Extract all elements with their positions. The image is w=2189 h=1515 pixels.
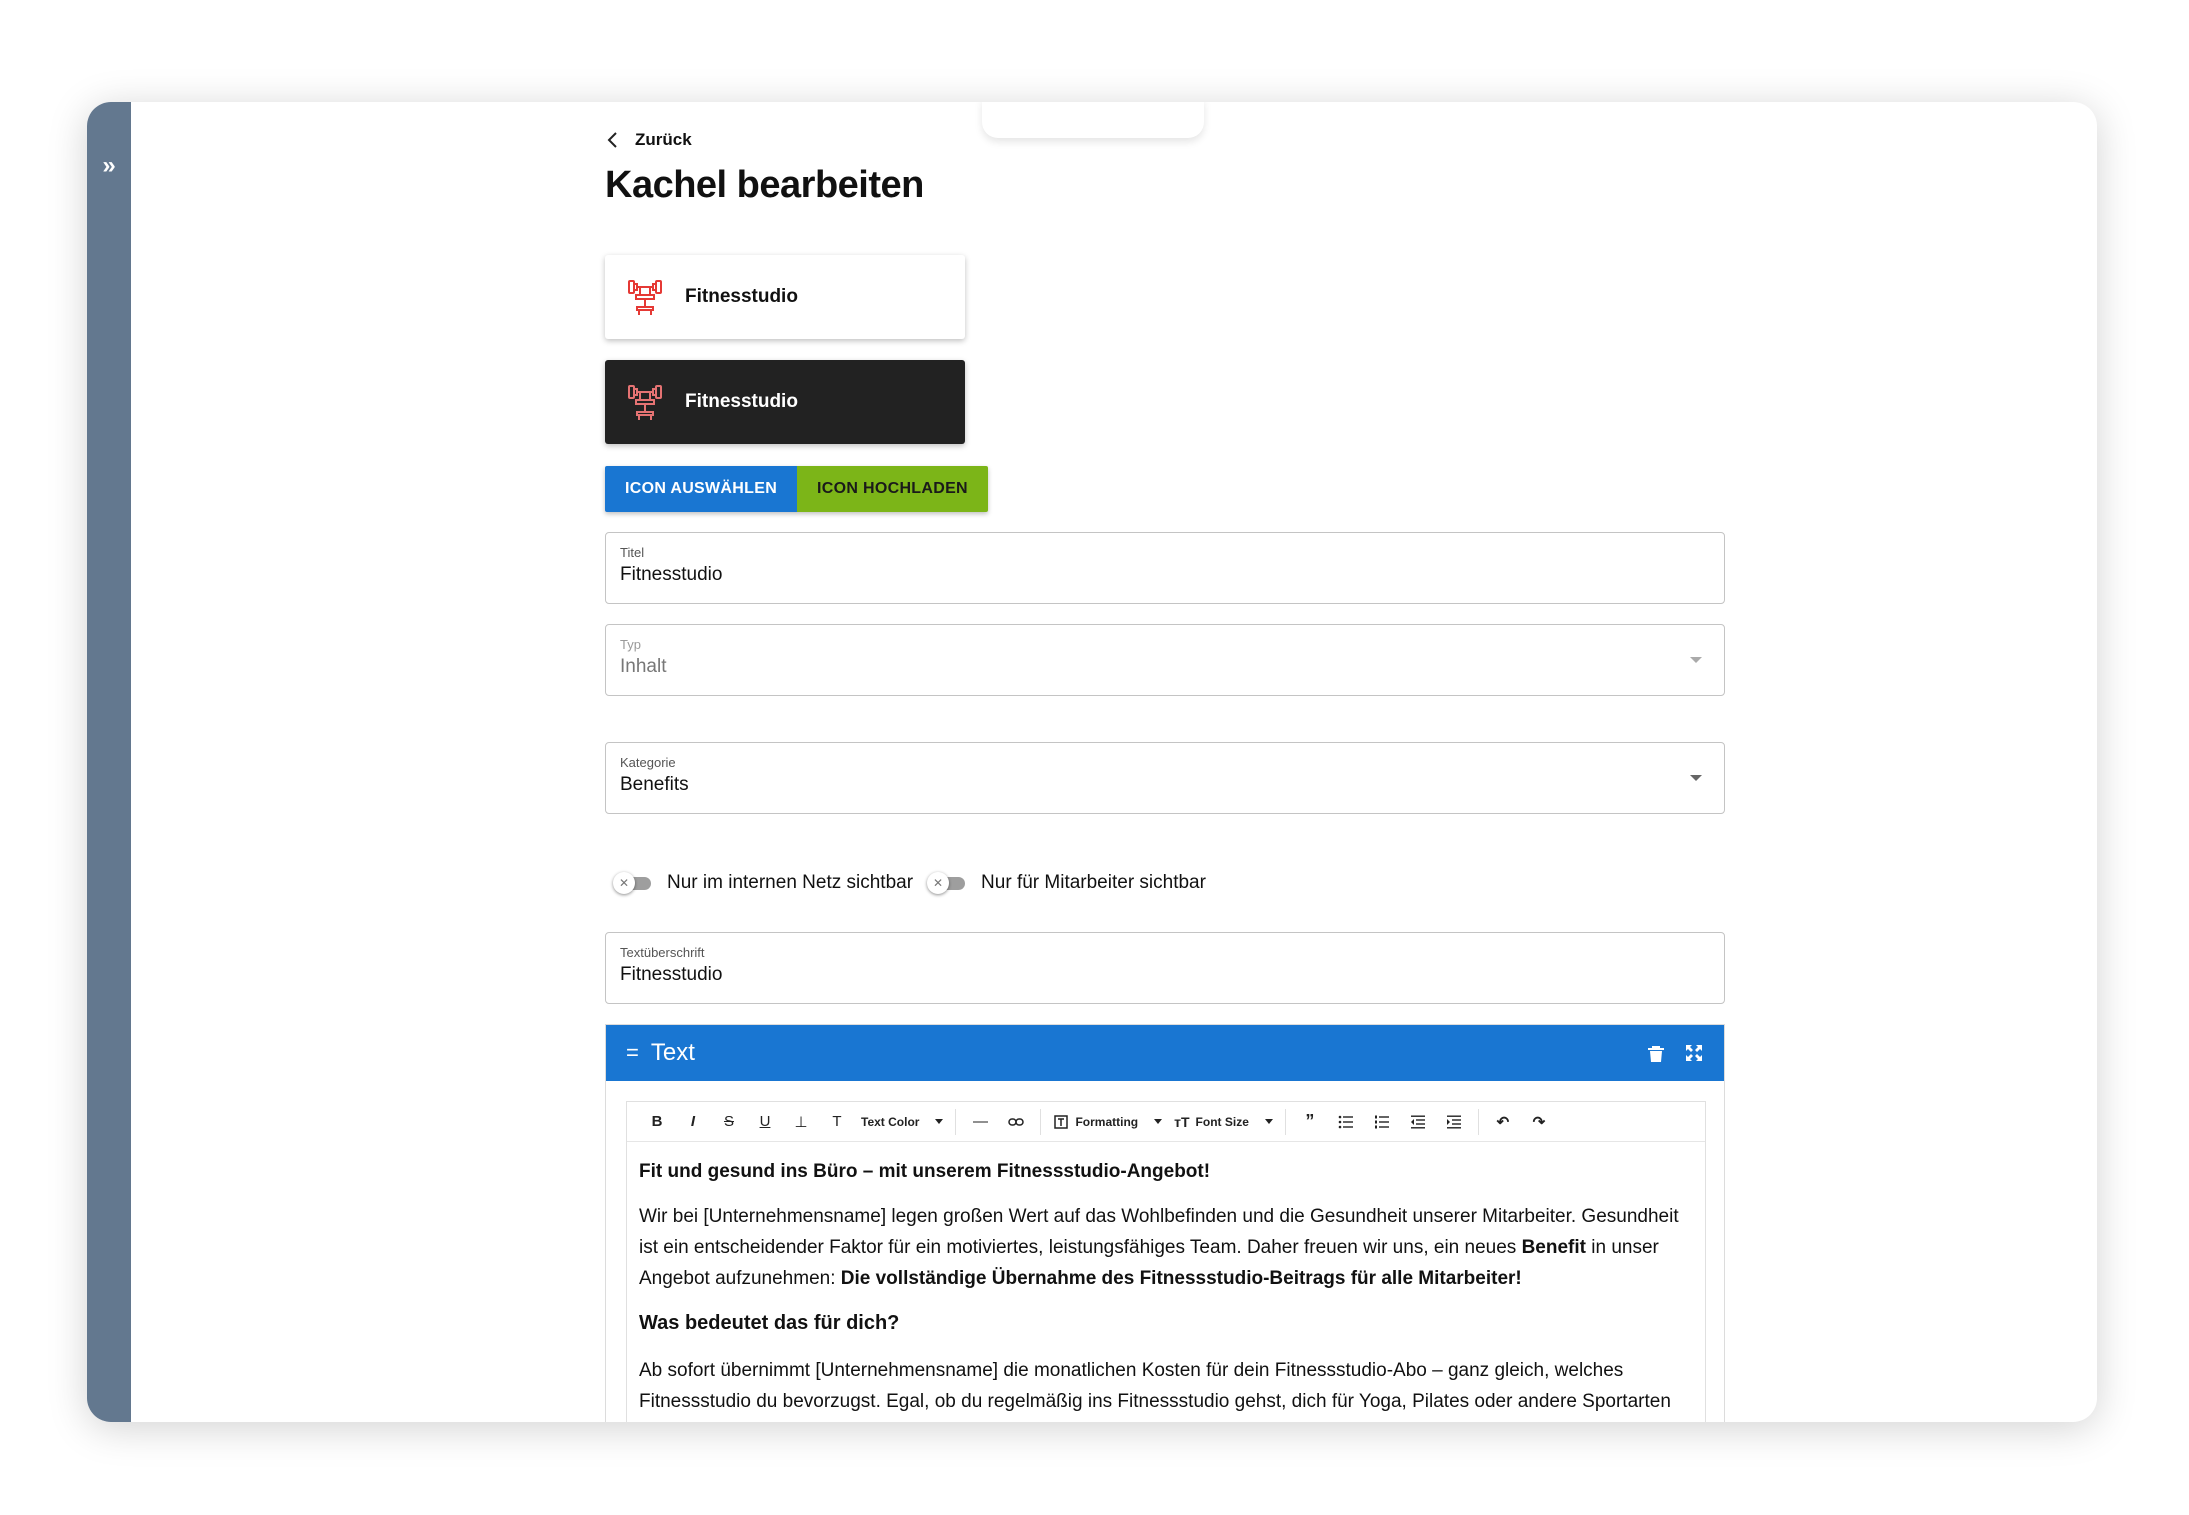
bold-icon[interactable]: B bbox=[639, 1102, 675, 1142]
tile-label: Fitnesstudio bbox=[685, 391, 798, 412]
chevron-left-icon bbox=[607, 132, 617, 148]
chevron-down-icon bbox=[1264, 1119, 1273, 1124]
category-select[interactable]: Kategorie Benefits bbox=[605, 742, 1725, 814]
strikethrough-icon[interactable]: S bbox=[711, 1102, 747, 1142]
editor-content[interactable]: Fit und gesund ins Büro – mit unserem Fi… bbox=[627, 1142, 1705, 1417]
undo-icon[interactable]: ↶ bbox=[1485, 1102, 1521, 1142]
content-subheading: Was bedeutet das für dich? bbox=[639, 1312, 900, 1334]
close-icon: ✕ bbox=[613, 872, 635, 894]
fullscreen-icon[interactable] bbox=[1684, 1043, 1704, 1063]
italic-icon[interactable]: I bbox=[675, 1102, 711, 1142]
content-paragraph: Ab sofort übernimmt [Unternehmensname] d… bbox=[639, 1360, 1671, 1412]
subscript-icon[interactable]: ⊥ bbox=[783, 1102, 819, 1142]
horizontal-rule-icon[interactable]: — bbox=[962, 1102, 998, 1142]
internal-network-switch[interactable]: ✕ bbox=[613, 872, 653, 894]
indent-icon[interactable] bbox=[1436, 1102, 1472, 1142]
outdent-icon[interactable] bbox=[1400, 1102, 1436, 1142]
internal-network-label: Nur im internen Netz sichtbar bbox=[667, 872, 914, 893]
back-label: Zurück bbox=[635, 130, 692, 149]
trash-icon[interactable] bbox=[1646, 1043, 1666, 1063]
type-select-label: Typ bbox=[620, 637, 641, 652]
text-heading-label: Textüberschrift bbox=[620, 945, 705, 960]
text-color-dropdown[interactable]: Text Color bbox=[855, 1102, 949, 1142]
select-icon-button[interactable]: ICON AUSWÄHLEN bbox=[605, 466, 798, 512]
chevron-down-icon bbox=[935, 1119, 944, 1124]
formatting-dropdown[interactable]: Formatting bbox=[1047, 1102, 1168, 1142]
dumbbell-bench-icon bbox=[628, 385, 662, 420]
text-block-editor: = Text B I S U ⊥ T Text Color — Formatti… bbox=[605, 1024, 1725, 1422]
text-block-header: = Text bbox=[606, 1025, 1724, 1081]
chevron-down-icon[interactable] bbox=[1690, 775, 1702, 781]
content-headline: Fit und gesund ins Büro – mit unserem Fi… bbox=[639, 1161, 1211, 1182]
tile-label: Fitnesstudio bbox=[685, 286, 798, 307]
upload-icon-button[interactable]: ICON HOCHLADEN bbox=[797, 466, 988, 512]
employees-only-switch[interactable]: ✕ bbox=[927, 872, 967, 894]
underline-icon[interactable]: U bbox=[747, 1102, 783, 1142]
tile-preview-dark: Fitnesstudio bbox=[605, 360, 965, 444]
redo-icon[interactable]: ↷ bbox=[1521, 1102, 1557, 1142]
format-icon bbox=[1054, 1114, 1069, 1129]
visibility-toggles: ✕ Nur im internen Netz sichtbar ✕ Nur fü… bbox=[613, 872, 1220, 894]
text-block-title: Text bbox=[650, 1039, 695, 1066]
dumbbell-bench-icon bbox=[628, 280, 662, 315]
back-link[interactable]: Zurück bbox=[605, 130, 692, 150]
superscript-icon[interactable]: T bbox=[819, 1102, 855, 1142]
content-paragraph: Wir bei [Unternehmensname] legen großen … bbox=[639, 1206, 1679, 1289]
app-window: » Zurück Kachel bearbeiten Fitnesstudio … bbox=[87, 102, 2097, 1422]
tile-preview-light: Fitnesstudio bbox=[605, 255, 965, 339]
quote-icon[interactable]: ” bbox=[1292, 1102, 1328, 1142]
category-select-label: Kategorie bbox=[620, 755, 676, 770]
link-icon[interactable] bbox=[998, 1102, 1034, 1142]
chevron-down-icon bbox=[1154, 1119, 1163, 1124]
type-select: Typ Inhalt bbox=[605, 624, 1725, 696]
page-title: Kachel bearbeiten bbox=[605, 164, 924, 206]
employees-only-label: Nur für Mitarbeiter sichtbar bbox=[981, 872, 1206, 893]
title-field-value[interactable]: Fitnesstudio bbox=[620, 564, 1710, 586]
font-size-icon: тT bbox=[1174, 1113, 1190, 1130]
close-icon: ✕ bbox=[927, 872, 950, 894]
title-field[interactable]: Titel Fitnesstudio bbox=[605, 532, 1725, 604]
rich-text-editor: B I S U ⊥ T Text Color — Formatting тT F… bbox=[626, 1101, 1706, 1422]
category-select-value[interactable]: Benefits bbox=[620, 774, 1710, 796]
drag-handle-icon[interactable]: = bbox=[626, 1040, 639, 1066]
expand-sidebar-icon[interactable]: » bbox=[87, 154, 131, 178]
font-size-dropdown[interactable]: тT Font Size bbox=[1168, 1102, 1279, 1142]
toggle-employees-only[interactable]: ✕ Nur für Mitarbeiter sichtbar bbox=[927, 872, 1206, 894]
title-field-label: Titel bbox=[620, 545, 645, 560]
numbered-list-icon[interactable] bbox=[1364, 1102, 1400, 1142]
text-heading-value[interactable]: Fitnesstudio bbox=[620, 964, 1710, 986]
sidebar-rail: » bbox=[87, 102, 131, 1422]
icon-button-group: ICON AUSWÄHLEN ICON HOCHLADEN bbox=[605, 466, 988, 512]
type-select-value: Inhalt bbox=[620, 656, 667, 677]
editor-toolbar: B I S U ⊥ T Text Color — Formatting тT F… bbox=[627, 1102, 1705, 1142]
toggle-internal-network[interactable]: ✕ Nur im internen Netz sichtbar bbox=[613, 872, 913, 894]
bullet-list-icon[interactable] bbox=[1328, 1102, 1364, 1142]
text-heading-field[interactable]: Textüberschrift Fitnesstudio bbox=[605, 932, 1725, 1004]
chevron-down-icon bbox=[1690, 657, 1702, 663]
